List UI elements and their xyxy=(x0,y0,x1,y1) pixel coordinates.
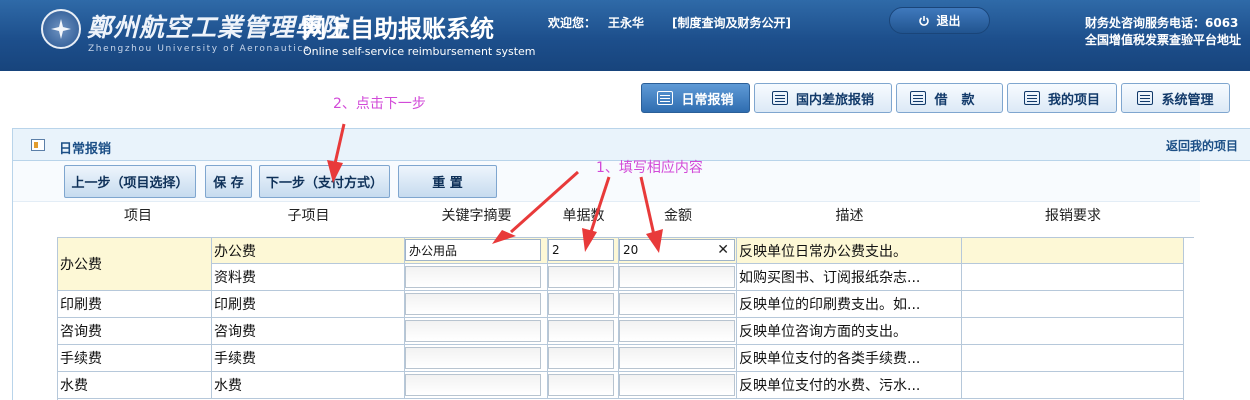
tab-daily-reimbursement[interactable]: 日常报销 xyxy=(641,83,750,113)
count-input[interactable] xyxy=(548,293,614,315)
table-cell-category: 咨询费 xyxy=(58,318,212,345)
table-cell-description: 反映单位支付的各类手续费... xyxy=(737,345,962,372)
money-icon xyxy=(910,91,927,105)
tab-label: 日常报销 xyxy=(681,92,734,108)
list-icon xyxy=(1023,91,1040,105)
panel-title: 日常报销 xyxy=(59,142,112,157)
document-icon xyxy=(657,91,674,105)
annotation-step-fill: 1、填写相应内容 xyxy=(596,160,703,176)
table-cell-requirement xyxy=(962,345,1184,372)
table-cell-requirement xyxy=(962,238,1184,264)
table-cell-item: 办公费 xyxy=(212,238,405,264)
logout-button[interactable]: 退出 xyxy=(889,7,990,34)
invoice-platform-link[interactable]: 全国增值税发票查验平台地址 xyxy=(1085,31,1241,48)
table-cell-category: 印刷费 xyxy=(58,291,212,318)
column-header-count: 单据数 xyxy=(562,208,605,224)
count-input[interactable] xyxy=(548,347,614,369)
table-cell-description: 反映单位支付的水费、污水... xyxy=(737,372,962,399)
table-cell-description: 反映单位咨询方面的支出。 xyxy=(737,318,962,345)
column-header-requirement: 报销要求 xyxy=(1045,208,1101,224)
count-input[interactable] xyxy=(548,266,614,288)
table-cell-category: 办公费 xyxy=(58,238,212,291)
school-logo-icon xyxy=(41,9,81,49)
welcome-label: 欢迎您： xyxy=(548,16,597,30)
amount-input[interactable] xyxy=(619,320,735,342)
tab-system-admin[interactable]: 系统管理 xyxy=(1121,83,1230,113)
clear-icon[interactable]: ✕ xyxy=(717,242,729,258)
column-header-category: 项目 xyxy=(124,208,152,224)
table-cell-category: 手续费 xyxy=(58,345,212,372)
amount-value: 20 xyxy=(623,243,639,257)
keyword-input[interactable]: 办公用品 xyxy=(405,239,541,261)
table-cell-requirement xyxy=(962,264,1184,291)
school-name-en: Zhengzhou University of Aeronautics xyxy=(88,44,311,54)
tab-loan[interactable]: 借款 xyxy=(896,83,1003,113)
prev-step-button[interactable]: 上一步（项目选择） xyxy=(64,165,196,198)
count-input[interactable]: 2 xyxy=(548,239,614,261)
next-step-button[interactable]: 下一步（支付方式） xyxy=(259,165,390,198)
table-cell-description: 如购买图书、订阅报纸杂志... xyxy=(737,264,962,291)
tab-label: 系统管理 xyxy=(1161,92,1214,108)
tab-domestic-travel[interactable]: 国内差旅报销 xyxy=(754,83,892,113)
table-cell-requirement xyxy=(962,318,1184,345)
app-header: 鄭州航空工業管理學院 Zhengzhou University of Aeron… xyxy=(0,0,1250,71)
table-cell-description: 反映单位日常办公费支出。 xyxy=(737,238,962,264)
bus-icon xyxy=(771,91,788,105)
policy-link[interactable]: [制度查询及财务公开] xyxy=(672,14,791,31)
power-icon xyxy=(919,15,930,26)
back-to-projects-link[interactable]: 返回我的项目 xyxy=(1166,137,1238,154)
amount-input[interactable]: 20 ✕ xyxy=(619,239,735,261)
form-icon xyxy=(31,139,45,151)
system-subtitle: Online self-service reimbursement system xyxy=(303,45,536,58)
column-header-item: 子项目 xyxy=(287,208,330,224)
settings-icon xyxy=(1137,91,1154,105)
table-cell-item: 印刷费 xyxy=(212,291,405,318)
welcome-text: 欢迎您： 王永华 xyxy=(548,14,644,31)
keyword-input[interactable] xyxy=(405,266,541,288)
tab-my-projects[interactable]: 我的项目 xyxy=(1007,83,1117,113)
save-button[interactable]: 保 存 xyxy=(205,165,252,198)
amount-input[interactable] xyxy=(619,374,735,396)
amount-input[interactable] xyxy=(619,266,735,288)
count-input[interactable] xyxy=(548,374,614,396)
column-header-amount: 金额 xyxy=(664,208,692,224)
table-cell-requirement xyxy=(962,291,1184,318)
table-cell-category: 水费 xyxy=(58,372,212,399)
keyword-input[interactable] xyxy=(405,347,541,369)
keyword-input[interactable] xyxy=(405,374,541,396)
keyword-input[interactable] xyxy=(405,293,541,315)
tab-label: 我的项目 xyxy=(1047,92,1100,108)
table-cell-item: 水费 xyxy=(212,372,405,399)
annotation-step-next: 2、点击下一步 xyxy=(333,96,426,112)
table-cell-item: 咨询费 xyxy=(212,318,405,345)
logout-label: 退出 xyxy=(936,14,961,28)
count-input[interactable] xyxy=(548,320,614,342)
reset-button[interactable]: 重 置 xyxy=(398,165,497,198)
hotline-text: 财务处咨询服务电话：6063 xyxy=(1085,16,1239,30)
table-cell-item: 手续费 xyxy=(212,345,405,372)
table-cell-requirement xyxy=(962,372,1184,399)
column-header-description: 描述 xyxy=(835,208,864,224)
table-right-border xyxy=(1183,237,1184,400)
column-header-keyword: 关键字摘要 xyxy=(441,208,512,224)
table-cell-item: 资料费 xyxy=(212,264,405,291)
user-name: 王永华 xyxy=(608,16,645,30)
table-cell-description: 反映单位的印刷费支出。如... xyxy=(737,291,962,318)
system-title: 网上自助报账系统 xyxy=(302,15,494,43)
keyword-input[interactable] xyxy=(405,320,541,342)
amount-input[interactable] xyxy=(619,293,735,315)
tab-label: 借款 xyxy=(934,92,989,108)
amount-input[interactable] xyxy=(619,347,735,369)
tab-label: 国内差旅报销 xyxy=(795,92,874,108)
